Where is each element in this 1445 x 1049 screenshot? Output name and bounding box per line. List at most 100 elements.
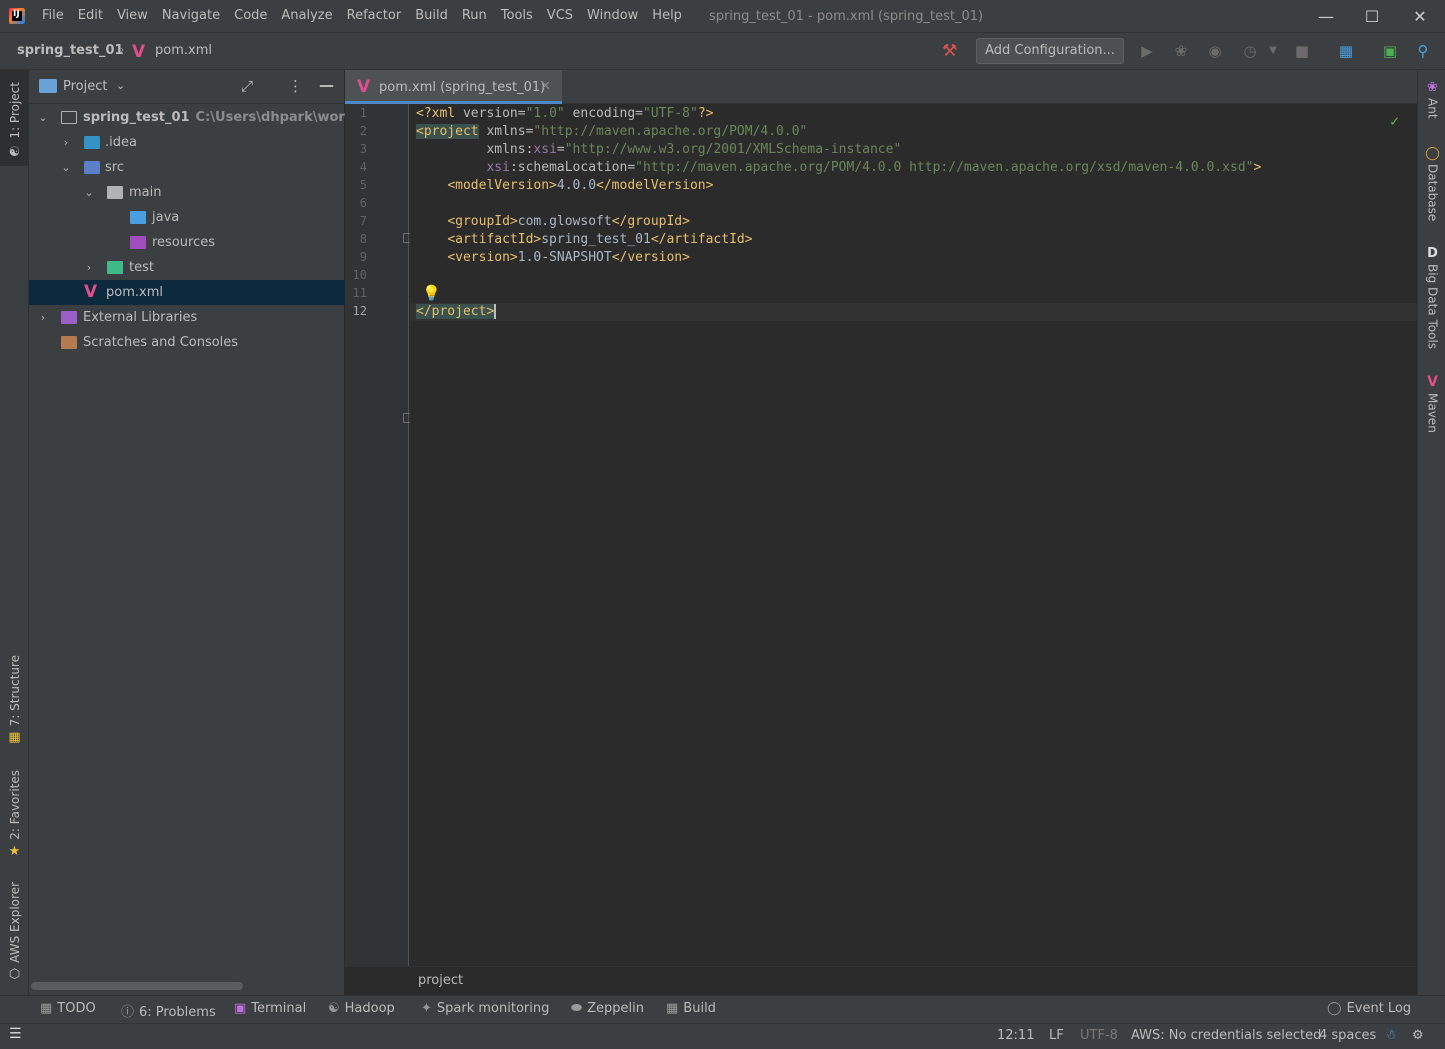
search-icon[interactable]: ⚲ (1413, 41, 1433, 61)
line-number[interactable]: 3 (345, 142, 367, 156)
chevron-right-icon[interactable]: › (37, 305, 49, 330)
tab-project[interactable]: 1: Project ☯ (0, 70, 29, 166)
menu-vcs[interactable]: VCS (540, 0, 580, 32)
profiler-icon[interactable]: ◷ (1240, 41, 1260, 61)
file-encoding[interactable]: UTF-8 (1080, 1028, 1118, 1043)
menu-tools[interactable]: Tools (494, 0, 540, 32)
line-number[interactable]: 4 (345, 160, 367, 174)
menu-window[interactable]: Window (580, 0, 645, 32)
run-icon[interactable]: ▶ (1137, 41, 1157, 61)
tool-problems[interactable]: ⓘ 6: Problems (121, 1001, 216, 1020)
menu-run[interactable]: Run (455, 0, 494, 32)
menu-navigate[interactable]: Navigate (155, 0, 227, 32)
menu-view[interactable]: View (110, 0, 155, 32)
code-line-4: xsi:schemaLocation="http://maven.apache.… (486, 160, 1262, 175)
aws-credentials-status[interactable]: AWS: No credentials selected (1131, 1028, 1321, 1043)
menu-file[interactable]: File (35, 0, 71, 32)
tree-item-src[interactable]: ⌄ src (29, 155, 345, 180)
tab-ant[interactable]: ❀ Ant (1418, 80, 1445, 119)
tree-item-idea[interactable]: › .idea (29, 130, 345, 155)
maximize-button[interactable]: ☐ (1349, 0, 1395, 32)
lightbulb-icon[interactable]: 💡 (422, 284, 441, 302)
debug-icon[interactable]: ❀ (1171, 41, 1191, 61)
hammer-icon[interactable]: ⚒ (942, 41, 957, 61)
project-structure-icon[interactable]: ▦ (1336, 41, 1356, 61)
tab-pom-xml[interactable]: V pom.xml (spring_test_01) ✕ (345, 70, 562, 104)
menu-help[interactable]: Help (645, 0, 689, 32)
tab-maven[interactable]: V Maven (1418, 374, 1445, 433)
line-number[interactable]: 10 (345, 268, 367, 282)
menu-refactor[interactable]: Refactor (340, 0, 409, 32)
tree-item-test[interactable]: › test (29, 255, 345, 280)
horizontal-scrollbar[interactable] (31, 982, 243, 990)
stop-icon[interactable]: ■ (1292, 41, 1312, 61)
tree-item-main[interactable]: ⌄ main (29, 180, 345, 205)
maven-icon: V (357, 77, 371, 97)
tool-todo[interactable]: ▦ TODO (40, 1001, 96, 1016)
line-number[interactable]: 11 (345, 286, 367, 300)
line-number[interactable]: 2 (345, 124, 367, 138)
project-view-selector[interactable]: Project (63, 79, 107, 94)
collapse-all-icon[interactable]: ⤢ (241, 77, 253, 95)
chevron-right-icon[interactable]: › (60, 130, 72, 155)
line-number[interactable]: 1 (345, 106, 367, 120)
menu-code[interactable]: Code (227, 0, 274, 32)
chevron-down-icon[interactable]: ⌄ (83, 180, 95, 205)
hide-panel-icon[interactable]: — (319, 76, 334, 94)
tool-event-log[interactable]: ◯ Event Log (1327, 1001, 1411, 1016)
tool-terminal[interactable]: ▣ Terminal (234, 1001, 306, 1016)
minimize-button[interactable]: — (1303, 0, 1349, 32)
tree-item-project-root[interactable]: ⌄ spring_test_01C:\Users\dhpark\workspac (29, 105, 345, 130)
caret-position[interactable]: 12:11 (997, 1028, 1034, 1043)
idea-folder-icon (84, 136, 100, 149)
layers-icon[interactable]: ☰ (9, 1026, 22, 1042)
tree-item-scratches[interactable]: Scratches and Consoles (29, 330, 345, 355)
chevron-down-icon[interactable]: ⌄ (37, 105, 49, 130)
chevron-down-icon[interactable]: ▼ (1263, 41, 1283, 61)
indent-setting[interactable]: 4 spaces (1319, 1028, 1376, 1043)
line-number[interactable]: 5 (345, 178, 367, 192)
close-window-button[interactable]: ✕ (1397, 0, 1443, 32)
lock-icon[interactable]: ☃ (1385, 1028, 1397, 1043)
tree-item-resources[interactable]: resources (29, 230, 345, 255)
tool-spark-monitoring[interactable]: ✦ Spark monitoring (421, 1001, 549, 1016)
menu-edit[interactable]: Edit (71, 0, 110, 32)
chevron-down-icon[interactable]: ⌄ (60, 155, 72, 180)
tab-big-data-tools[interactable]: D Big Data Tools (1418, 246, 1445, 349)
code-editor[interactable]: ✓ <?xml version="1.0" encoding="UTF-8"?>… (410, 104, 1417, 966)
line-number[interactable]: 12 (345, 304, 367, 318)
module-folder-icon (61, 111, 77, 124)
coverage-icon[interactable]: ◉ (1205, 41, 1225, 61)
code-line-3: xmlns:xsi="http://www.w3.org/2001/XMLSch… (486, 142, 902, 157)
menu-analyze[interactable]: Analyze (274, 0, 339, 32)
chevron-down-icon[interactable]: ⌄ (116, 79, 125, 92)
more-options-icon[interactable]: ⋮ (288, 77, 303, 95)
tree-item-java[interactable]: java (29, 205, 345, 230)
tool-build[interactable]: ▦ Build (666, 1001, 716, 1016)
chevron-right-icon[interactable]: › (83, 255, 95, 280)
line-number[interactable]: 6 (345, 196, 367, 210)
tab-structure[interactable]: 7: Structure ▦ (0, 655, 29, 745)
java-folder-icon (130, 211, 146, 224)
line-number[interactable]: 9 (345, 250, 367, 264)
editor-breadcrumb-project[interactable]: project (418, 973, 463, 988)
tree-item-label: main (129, 185, 162, 200)
line-number[interactable]: 8 (345, 232, 367, 246)
breadcrumb-file[interactable]: pom.xml (155, 43, 212, 58)
tab-aws-explorer[interactable]: AWS Explorer ⬡ (0, 882, 29, 982)
add-configuration-button[interactable]: Add Configuration... (976, 38, 1124, 64)
line-number[interactable]: 7 (345, 214, 367, 228)
tool-hadoop[interactable]: ☯ Hadoop (328, 1001, 395, 1016)
tree-item-external-libraries[interactable]: › External Libraries (29, 305, 345, 330)
breadcrumb-project[interactable]: spring_test_01 (17, 43, 124, 58)
tree-item-pom[interactable]: V pom.xml (29, 280, 345, 305)
line-separator[interactable]: LF (1049, 1028, 1064, 1043)
menu-build[interactable]: Build (408, 0, 455, 32)
tool-zeppelin[interactable]: ⬬ Zeppelin (571, 1001, 644, 1016)
terminal-icon[interactable]: ▣ (1380, 41, 1400, 61)
tab-database[interactable]: ◯ Database (1418, 146, 1445, 221)
tab-favorites[interactable]: 2: Favorites ★ (0, 770, 29, 859)
close-icon[interactable]: ✕ (540, 79, 551, 94)
navigation-bar: spring_test_01 › V pom.xml ⚒ Add Configu… (0, 32, 1445, 70)
inspection-icon[interactable]: ⚙ (1412, 1028, 1424, 1043)
